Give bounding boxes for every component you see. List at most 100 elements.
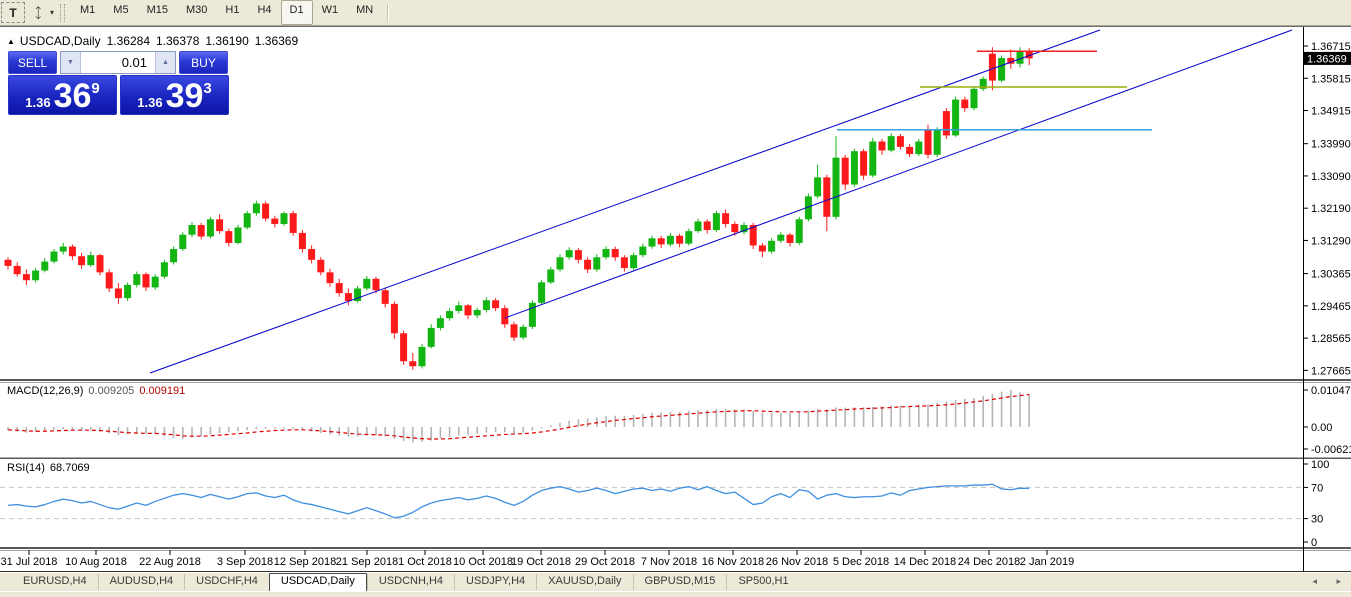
- buy-price-display[interactable]: 1.36 39 3: [120, 75, 229, 115]
- toolbar: T ⤢ ▾ M1 M5 M15 M30 H1 H4 D1 W1 MN: [0, 0, 1351, 26]
- svg-text:-0.006218: -0.006218: [1311, 444, 1351, 456]
- candle-body: [731, 223, 739, 233]
- chart-tab-USDCHF-H4[interactable]: USDCHF,H4: [184, 574, 269, 590]
- buy-price-big: 39: [165, 76, 204, 115]
- chart-tab-USDJPY-H4[interactable]: USDJPY,H4: [454, 574, 536, 590]
- ohlc-open: 1.36284: [106, 34, 150, 48]
- candle-body: [961, 99, 969, 109]
- candle-body: [225, 231, 233, 243]
- candle-body: [96, 255, 104, 273]
- sell-price-display[interactable]: 1.36 36 9: [8, 75, 117, 115]
- candle-body: [758, 245, 766, 252]
- buy-price-prefix: 1.36: [137, 94, 163, 110]
- text-tool-button[interactable]: T: [1, 2, 25, 23]
- timeframe-button-M5[interactable]: M5: [104, 0, 137, 25]
- candle-body: [124, 284, 132, 299]
- candle-body: [611, 249, 619, 258]
- timeframe-button-D1[interactable]: D1: [280, 0, 313, 25]
- candle-body: [814, 177, 822, 197]
- chart-tab-AUDUSD-H4[interactable]: AUDUSD,H4: [97, 574, 185, 590]
- svg-text:14 Dec 2018: 14 Dec 2018: [894, 556, 956, 568]
- volume-increase-button[interactable]: ▲: [155, 52, 175, 73]
- candle-body: [473, 309, 481, 316]
- toolbar-grip[interactable]: [60, 3, 66, 22]
- candle-body: [510, 324, 518, 338]
- svg-text:70: 70: [1311, 482, 1323, 494]
- svg-text:0.010474: 0.010474: [1311, 385, 1351, 397]
- candle-body: [216, 219, 224, 232]
- sell-button[interactable]: SELL: [8, 51, 57, 74]
- candle-body: [795, 219, 803, 243]
- candle-body: [887, 136, 895, 151]
- svg-text:3 Sep 2018: 3 Sep 2018: [217, 556, 273, 568]
- chart-tab-USDCNH-H4[interactable]: USDCNH,H4: [366, 574, 454, 590]
- timeframe-button-M1[interactable]: M1: [71, 0, 104, 25]
- candle-body: [68, 246, 76, 257]
- candle-body: [869, 141, 877, 176]
- chart-tab-SP500-H1[interactable]: SP500,H1: [726, 574, 799, 590]
- candle-body: [262, 203, 270, 219]
- timeframe-button-M30[interactable]: M30: [177, 0, 216, 25]
- candle-body: [280, 213, 288, 224]
- volume-input[interactable]: [81, 52, 155, 73]
- timeframe-button-H4[interactable]: H4: [248, 0, 280, 25]
- collapse-panel-icon[interactable]: ▲: [7, 37, 15, 46]
- ohlc-close: 1.36369: [254, 34, 299, 48]
- candle-body: [22, 274, 30, 281]
- chart-symbol-label: USDCAD,Daily: [19, 34, 101, 48]
- svg-text:19 Oct 2018: 19 Oct 2018: [511, 556, 571, 568]
- tab-scroll-left-button[interactable]: ◂: [1312, 576, 1317, 587]
- terminal-window: 1.36715 1.35815 1.34915 1.33990 1.33090 1.321…: [0, 0, 1351, 597]
- candle-body: [335, 283, 343, 294]
- timeframe-group: M1 M5 M15 M30 H1 H4 D1 W1 MN: [71, 0, 382, 25]
- timeframe-button-MN[interactable]: MN: [347, 0, 382, 25]
- svg-text:1.28565: 1.28565: [1311, 333, 1351, 345]
- candle-body: [878, 141, 886, 151]
- candle-body: [492, 300, 500, 309]
- buy-price-pip: 3: [203, 80, 212, 97]
- arrows-tool-button[interactable]: ⤢: [27, 3, 49, 22]
- chart-tab-USDCAD-Daily[interactable]: USDCAD,Daily: [268, 572, 367, 592]
- candle-body: [50, 251, 58, 262]
- rsi-value: 68.7069: [49, 462, 90, 474]
- candle-body: [390, 303, 398, 334]
- macd-value-main: 0.009205: [88, 385, 135, 397]
- candle-body: [446, 311, 454, 319]
- candle-body: [170, 249, 178, 263]
- svg-text:26 Nov 2018: 26 Nov 2018: [766, 556, 828, 568]
- candle-body: [547, 269, 555, 283]
- candle-body: [896, 136, 904, 147]
- candle-body: [712, 213, 720, 231]
- candle-body: [519, 326, 527, 338]
- chart-tabbar: EURUSD,H4 AUDUSD,H4 USDCHF,H4 USDCAD,Daily U…: [0, 572, 1351, 592]
- macd-label: MACD(12,26,9) 0.009205 0.009191: [7, 385, 185, 397]
- candle-body: [344, 293, 352, 302]
- candle-body: [326, 272, 334, 284]
- buy-button[interactable]: BUY: [179, 51, 228, 74]
- candle-body: [114, 288, 122, 299]
- candle-body: [685, 231, 693, 244]
- chart-tab-GBPUSD-M15[interactable]: GBPUSD,M15: [632, 574, 727, 590]
- candle-body: [915, 141, 923, 155]
- candle-body: [639, 246, 647, 256]
- candle-body: [823, 177, 831, 217]
- svg-text:16 Nov 2018: 16 Nov 2018: [702, 556, 764, 568]
- arrows-tool-caret[interactable]: ▾: [50, 8, 54, 17]
- sell-price-pip: 9: [91, 80, 100, 97]
- candle-body: [363, 278, 371, 289]
- svg-text:0.00: 0.00: [1311, 422, 1332, 434]
- candle-body: [924, 128, 932, 155]
- timeframe-button-W1[interactable]: W1: [313, 0, 348, 25]
- toolbar-separator: [387, 3, 389, 22]
- timeframe-button-M15[interactable]: M15: [138, 0, 177, 25]
- timeframe-button-H1[interactable]: H1: [216, 0, 248, 25]
- chart-tab-XAUUSD-Daily[interactable]: XAUUSD,Daily: [536, 574, 632, 590]
- chart-tab-EURUSD-H4[interactable]: EURUSD,H4: [12, 574, 98, 590]
- candle-body: [528, 302, 536, 327]
- candle-body: [722, 213, 730, 224]
- volume-decrease-button[interactable]: ▼: [61, 52, 81, 73]
- candle-body: [703, 221, 711, 231]
- candle-body: [78, 256, 86, 266]
- candle-body: [4, 259, 12, 266]
- tab-scroll-right-button[interactable]: ▸: [1336, 576, 1341, 587]
